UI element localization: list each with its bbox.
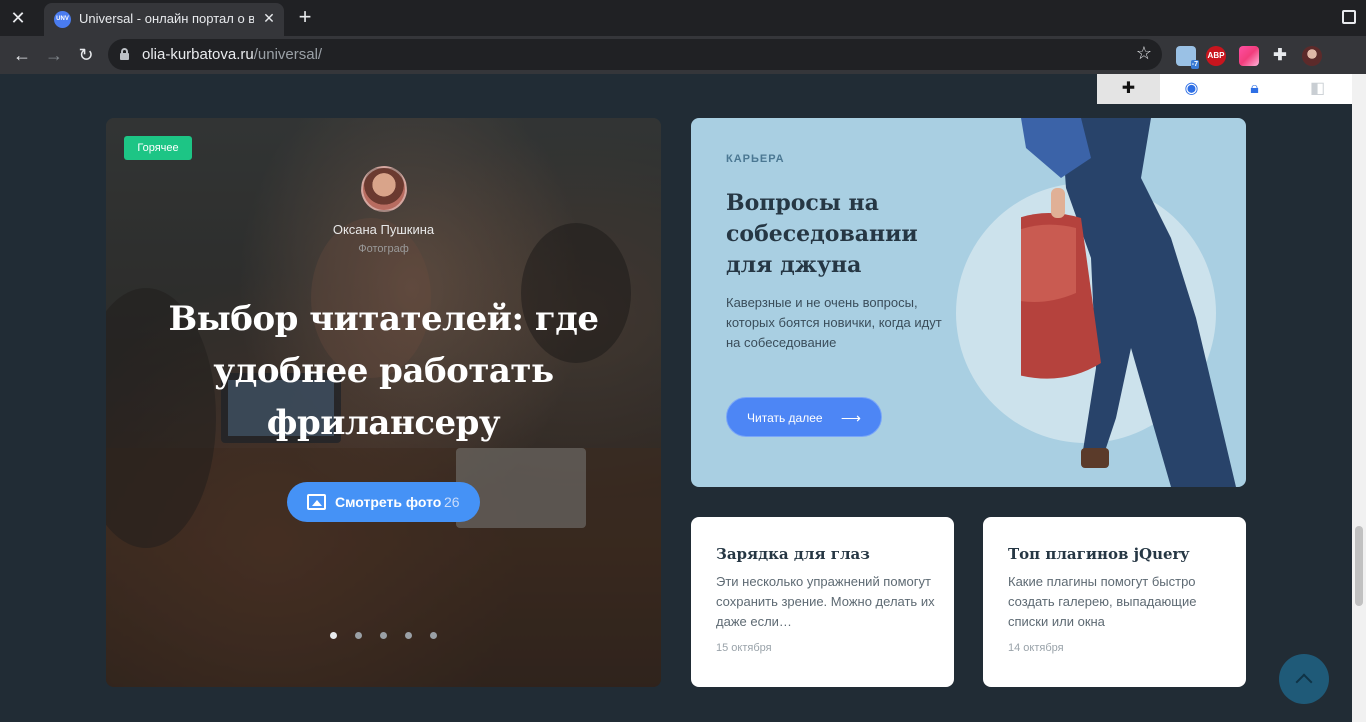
plus-icon[interactable]: ✚ [1097,74,1160,104]
article-card[interactable]: Топ плагинов jQuery Какие плагины помогу… [983,517,1246,687]
lock-icon[interactable] [120,48,129,60]
author-name[interactable]: Оксана Пушкина [106,222,661,237]
view-photos-button[interactable]: Смотреть фото 26 [287,482,480,522]
slider-dot[interactable] [330,632,337,639]
read-more-button[interactable]: Читать далее ⟶ [726,397,882,437]
hero-slider[interactable]: Горячее Оксана Пушкина Фотограф Выбор чи… [106,118,661,687]
restore-window-icon[interactable] [1342,10,1356,24]
weather-icon[interactable]: -7 [1176,46,1199,69]
career-title[interactable]: Вопросы на собеседовании для джуна [726,188,966,281]
article-excerpt: Эти несколько упражнений помогут сохрани… [716,574,935,629]
browser-tabbar: ✕ UNV Universal - онлайн портал о в… ✕ + [0,0,1366,36]
career-card[interactable]: КАРЬЕРА Вопросы на собеседовании для джу… [691,118,1246,487]
url-text: olia-kurbatova.ru/universal/ [142,46,323,63]
slider-dot[interactable] [380,632,387,639]
color-picker-icon[interactable] [1239,46,1259,66]
forward-icon[interactable]: → [41,42,67,68]
author-role: Фотограф [358,243,409,255]
career-description: Каверзные и не очень вопросы, которых бо… [726,295,942,350]
address-bar[interactable]: olia-kurbatova.ru/universal/ ☆ [108,39,1162,70]
career-illustration [1021,118,1236,487]
page-scrollbar[interactable] [1352,74,1366,722]
tab-close-icon[interactable]: ✕ [260,9,278,27]
hot-badge[interactable]: Горячее [124,136,192,160]
slider-dot[interactable] [355,632,362,639]
arrow-right-icon: ⟶ [840,410,861,426]
slider-dot[interactable] [405,632,412,639]
close-window-icon[interactable]: ✕ [8,8,28,28]
career-kicker[interactable]: КАРЬЕРА [726,153,785,165]
article-date: 14 октября [1008,642,1064,654]
contrast-icon[interactable]: ◧ [1286,74,1349,104]
lock-small-icon[interactable]: 🔒︎ [1223,74,1286,104]
article-excerpt: Какие плагины помогут быстро создать гал… [1008,574,1197,629]
article-date: 15 октября [716,642,772,654]
image-icon [307,494,326,510]
back-icon[interactable]: ← [9,42,35,68]
scroll-top-button[interactable] [1279,654,1329,704]
bookmark-star-icon[interactable]: ☆ [1136,43,1152,64]
article-card[interactable]: Зарядка для глаз Эти несколько упражнени… [691,517,954,687]
article-title[interactable]: Зарядка для глаз [716,545,936,563]
scrollbar-thumb[interactable] [1355,526,1363,606]
slider-dot[interactable] [430,632,437,639]
profile-avatar[interactable] [1302,46,1322,66]
puzzle-icon[interactable]: ✚ [1270,46,1290,66]
reload-icon[interactable]: ↻ [73,42,99,68]
slider-dots [330,632,440,642]
article-title[interactable]: Топ плагинов jQuery [1008,545,1228,563]
tab-title: Universal - онлайн портал о в… [79,11,254,26]
photo-count: 26 [444,494,460,510]
author-avatar[interactable] [361,166,407,212]
view-photos-label: Смотреть фото [335,494,442,510]
read-more-label: Читать далее [747,411,823,425]
extension-strip: ✚ ◉ 🔒︎ ◧ [1097,74,1352,104]
site-favicon-icon: UNV [54,11,71,28]
adblock-icon[interactable]: ABP [1206,46,1226,66]
eye-icon[interactable]: ◉ [1160,74,1223,104]
browser-tab[interactable]: UNV Universal - онлайн портал о в… ✕ [44,3,284,36]
new-tab-icon[interactable]: + [294,6,316,28]
hero-title[interactable]: Выбор читателей: где удобнее работать фр… [146,293,621,449]
browser-toolbar: ← → ↻ olia-kurbatova.ru/universal/ ☆ -7 … [0,36,1366,74]
